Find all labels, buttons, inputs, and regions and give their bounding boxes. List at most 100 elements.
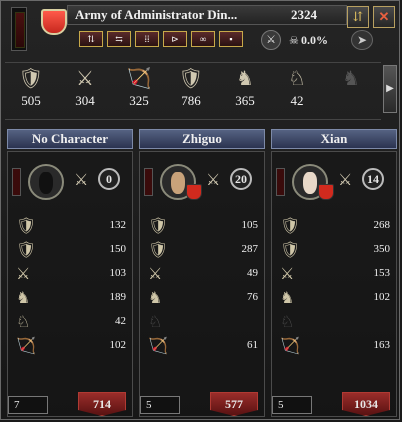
unit-list: 🛡 132 🛡 150 ⚔ 103 ♞ 189 ♘ 42 🏹 102 bbox=[12, 214, 128, 358]
bow-icon: 🏹 bbox=[16, 338, 36, 355]
flank-body: ⚔ 0 🛡 132 🛡 150 ⚔ 103 ♞ 189 ♘ 42 🏹 102 7 714 bbox=[7, 151, 133, 417]
order-link-icon[interactable]: ∞ bbox=[191, 31, 215, 47]
crossed-axes-icon: ⚔ bbox=[148, 266, 163, 283]
shield-sword-icon: 🛡 bbox=[16, 242, 37, 259]
army-header: Army of Administrator Din... 2324 ⇵ ✕ ⇅ … bbox=[5, 4, 397, 56]
helmet-horse-icon: ♞ bbox=[16, 290, 31, 307]
flank-body: ⚔ 20 🛡 105 🛡 287 ⚔ 49 ♞ 76 ♘ 🏹 61 5 577 bbox=[139, 151, 265, 417]
reorganize-icon[interactable]: ⚔ bbox=[261, 30, 281, 50]
list-item: ⚔ 103 bbox=[16, 266, 126, 283]
archer-icon: 🛡 bbox=[18, 68, 44, 90]
total-camels: ♞ bbox=[329, 65, 373, 115]
avatar[interactable] bbox=[28, 164, 64, 200]
close-button[interactable]: ✕ bbox=[373, 6, 395, 28]
status-indicator bbox=[11, 7, 27, 51]
flank-left: No Character ⚔ 0 🛡 132 🛡 150 ⚔ 103 ♞ 189 ♘ 42… bbox=[7, 129, 135, 417]
list-item: 🛡 105 bbox=[148, 218, 258, 235]
split-army-button[interactable]: ⇵ bbox=[347, 6, 369, 28]
order-disband-icon[interactable]: ▪ bbox=[219, 31, 243, 47]
list-item: 🏹 61 bbox=[148, 338, 258, 355]
list-item: 🛡 287 bbox=[148, 242, 258, 259]
flank-total-troops: 714 bbox=[78, 392, 126, 416]
shield-sword-icon: 🛡 bbox=[148, 242, 169, 259]
list-item: ⚔ 49 bbox=[148, 266, 258, 283]
martial-skill-icon: ⚔ bbox=[338, 172, 353, 189]
commander-shield-icon bbox=[186, 184, 202, 200]
martial-skill-value: 14 bbox=[362, 168, 384, 190]
list-item: 🏹 102 bbox=[16, 338, 126, 355]
list-item: ⚔ 153 bbox=[280, 266, 390, 283]
total-light-cavalry: ⚔ 304 bbox=[63, 65, 107, 115]
list-item: 🛡 132 bbox=[16, 218, 126, 235]
commander-name[interactable]: Xian bbox=[271, 129, 397, 149]
martial-skill-icon: ⚔ bbox=[74, 172, 89, 189]
movement-icon[interactable]: ➤ bbox=[351, 30, 373, 50]
unit-list: 🛡 105 🛡 287 ⚔ 49 ♞ 76 ♘ 🏹 61 bbox=[144, 214, 260, 358]
archer-icon: 🛡 bbox=[280, 218, 301, 235]
total-knights: ♘ 42 bbox=[275, 65, 319, 115]
commander-name[interactable]: Zhiguo bbox=[139, 129, 265, 149]
crossed-axes-icon: ⚔ bbox=[16, 266, 31, 283]
list-item: ♘ bbox=[144, 310, 260, 334]
knight-icon: ♘ bbox=[280, 314, 295, 331]
list-item: ♞ 76 bbox=[148, 290, 258, 307]
skull-icon: ☠ bbox=[289, 35, 299, 47]
flank-unit-count: 5 bbox=[140, 396, 180, 414]
list-item: 🏹 163 bbox=[280, 338, 390, 355]
flank-center: Zhiguo ⚔ 20 🛡 105 🛡 287 ⚔ 49 ♞ 76 ♘ 🏹 61 5 57… bbox=[139, 129, 267, 417]
knight-icon: ♘ bbox=[16, 314, 31, 331]
martial-skill-icon: ⚔ bbox=[206, 172, 221, 189]
total-pikemen: 🏹 325 bbox=[117, 65, 161, 115]
commander-name[interactable]: No Character bbox=[7, 129, 133, 149]
flank-right: Xian ⚔ 14 🛡 268 🛡 350 ⚔ 153 ♞ 102 ♘ 🏹 163 5 1… bbox=[271, 129, 399, 417]
flank-body: ⚔ 14 🛡 268 🛡 350 ⚔ 153 ♞ 102 ♘ 🏹 163 5 1034 bbox=[271, 151, 397, 417]
flank-total-troops: 577 bbox=[210, 392, 258, 416]
shield-sword-icon: 🛡 bbox=[280, 242, 301, 259]
flank-unit-count: 7 bbox=[8, 396, 48, 414]
bow-icon: 🏹 bbox=[280, 338, 300, 355]
army-troop-count: 2324 bbox=[291, 7, 317, 22]
list-item: ♘ bbox=[276, 310, 392, 334]
order-men-icon[interactable]: ⁞⁞ bbox=[135, 31, 159, 47]
total-horse-archers: ♞ 365 bbox=[223, 65, 267, 115]
knight-icon: ♘ bbox=[288, 68, 306, 90]
army-window: Army of Administrator Din... 2324 ⇵ ✕ ⇅ … bbox=[0, 0, 400, 420]
flank-unit-count: 5 bbox=[272, 396, 312, 414]
army-shield-icon bbox=[41, 9, 67, 35]
list-item: 🛡 268 bbox=[280, 218, 390, 235]
attrition-percent: 0.0% bbox=[301, 33, 328, 47]
helmet-horse-icon: ♞ bbox=[280, 290, 295, 307]
shield-sword-icon: 🛡 bbox=[178, 68, 204, 90]
list-item: ♞ 102 bbox=[280, 290, 390, 307]
list-item: ♘ 42 bbox=[16, 314, 126, 331]
archer-icon: 🛡 bbox=[16, 218, 37, 235]
flank-status-indicator bbox=[276, 168, 285, 196]
scroll-right-arrow[interactable]: ▶ bbox=[383, 65, 397, 113]
crossed-axes-icon: ⚔ bbox=[280, 266, 295, 283]
order-raise-icon[interactable]: ⇅ bbox=[79, 31, 103, 47]
helmet-horse-icon: ♞ bbox=[148, 290, 163, 307]
martial-skill-value: 0 bbox=[98, 168, 120, 190]
helmet-horse-icon: ♞ bbox=[236, 68, 254, 90]
martial-skill-value: 20 bbox=[230, 168, 252, 190]
list-item: ♞ 189 bbox=[16, 290, 126, 307]
crossed-axes-icon: ⚔ bbox=[76, 68, 94, 90]
bow-icon: 🏹 bbox=[148, 338, 168, 355]
flank-total-troops: 1034 bbox=[342, 392, 390, 416]
unit-list: 🛡 268 🛡 350 ⚔ 153 ♞ 102 ♘ 🏹 163 bbox=[276, 214, 392, 358]
list-item: 🛡 150 bbox=[16, 242, 126, 259]
total-archers: 🛡 505 bbox=[9, 65, 53, 115]
commander-shield-icon bbox=[318, 184, 334, 200]
flank-status-indicator bbox=[12, 168, 21, 196]
knight-icon: ♘ bbox=[148, 314, 163, 331]
army-title: Army of Administrator Din... bbox=[75, 7, 238, 22]
archer-icon: 🛡 bbox=[148, 218, 169, 235]
camel-icon: ♞ bbox=[342, 68, 360, 90]
flank-status-indicator bbox=[144, 168, 153, 196]
list-item: 🛡 350 bbox=[280, 242, 390, 259]
total-heavy-infantry: 🛡 786 bbox=[169, 65, 213, 115]
order-siege-icon[interactable]: ⊳ bbox=[163, 31, 187, 47]
order-move-icon[interactable]: ⇆ bbox=[107, 31, 131, 47]
unit-totals-row: 🛡 505 ⚔ 304 🏹 325 🛡 786 ♞ 365 ♘ 42 ♞ bbox=[5, 62, 381, 120]
bow-icon: 🏹 bbox=[126, 68, 152, 90]
